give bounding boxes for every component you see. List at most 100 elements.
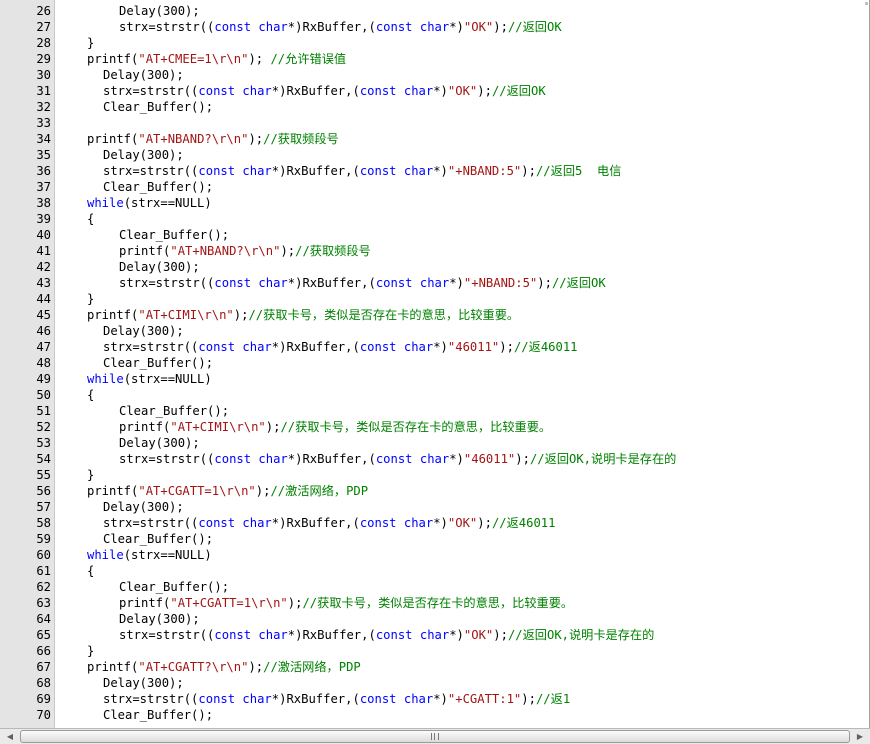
code-token: ); [287,596,303,610]
code-token: ); [248,660,264,674]
line-number: 54 [36,452,51,466]
code-line: 54 strx=strstr((const char*)RxBuffer,(con… [0,451,869,467]
code-token: *)RxBuffer,( [271,164,360,178]
code-token: *) [433,692,448,706]
code-text: Clear_Buffer(); [103,99,213,115]
code-text: Delay(300); [103,499,184,515]
code-text: strx=strstr((const char*)RxBuffer,(const… [103,339,578,355]
comment-token: //返回OK [507,20,562,34]
code-token: ); [515,452,530,466]
code-text: printf("AT+CGATT=1\r\n");//获取卡号，类似是否存在卡的… [119,595,573,611]
code-text: strx=strstr((const char*)RxBuffer,(const… [103,515,556,531]
code-token: ); [521,692,536,706]
line-number: 66 [36,644,51,658]
code-editor[interactable]: 26 Delay(300); 27 strx=strstr((const char*)… [0,0,870,728]
code-token: Delay(300); [103,68,184,82]
code-token: *) [449,20,464,34]
code-token: *)RxBuffer,( [287,628,376,642]
code-text: strx=strstr((const char*)RxBuffer,(const… [103,163,621,179]
code-token: Delay(300); [119,612,200,626]
code-token: printf( [87,132,139,146]
code-line: 56 printf("AT+CGATT=1\r\n");//激活网络，PDP [0,483,869,499]
code-token: } [87,36,95,50]
comment-token: //获取卡号，类似是否存在卡的意思，比较重要。 [248,308,520,322]
line-number: 32 [36,100,51,114]
keyword-token: const char [214,276,288,290]
code-line: 50 { [0,387,869,403]
string-token: "AT+NBAND?\r\n" [170,244,281,258]
code-line: 28} [0,35,869,51]
line-number: 67 [36,660,51,674]
code-line: 38 while(strx==NULL) [0,195,869,211]
code-token: *)RxBuffer,( [287,20,376,34]
code-line: 41 printf("AT+NBAND?\r\n");//获取频段号 [0,243,869,259]
code-text: printf("AT+CGATT?\r\n");//激活网络，PDP [87,659,361,675]
string-token: "OK" [463,20,494,34]
code-text: Delay(300); [103,675,184,691]
code-lines: 26 Delay(300); 27 strx=strstr((const char*)… [0,3,869,723]
code-token: strx=strstr(( [103,516,199,530]
code-text: strx=strstr((const char*)RxBuffer,(const… [119,275,606,291]
code-text: } [87,291,94,307]
comment-token: //返回5 电信 [535,164,622,178]
comment-token: //获取频段号 [295,244,371,258]
code-text: { [87,211,94,227]
line-number: 68 [36,676,51,690]
code-line: 45 printf("AT+CIMI\r\n");//获取卡号，类似是否存在卡的意… [0,307,869,323]
line-number: 69 [36,692,51,706]
string-token: "+NBAND:5" [463,276,538,290]
code-line: 64 Delay(300); [0,611,869,627]
code-line: 48 Clear_Buffer(); [0,355,869,371]
code-line: 55} [0,467,869,483]
code-token: *) [433,84,448,98]
code-line: 67 printf("AT+CGATT?\r\n");//激活网络，PDP [0,659,869,675]
keyword-token: const char [359,84,434,98]
code-token: Delay(300); [103,148,184,162]
code-token: printf( [87,660,139,674]
string-token: "OK" [447,516,478,530]
code-token: Clear_Buffer(); [119,228,230,242]
code-line: 47 strx=strstr((const char*)RxBuffer,(con… [0,339,869,355]
string-token: "AT+CMEE=1\r\n" [138,52,249,66]
comment-token: //返46011 [513,340,578,354]
code-token: *) [449,276,464,290]
line-number: 27 [36,20,51,34]
code-line: 40 Clear_Buffer(); [0,227,869,243]
code-text: strx=strstr((const char*)RxBuffer,(const… [103,691,570,707]
comment-token: //允许错误值 [263,52,347,66]
code-line: 59 Clear_Buffer(); [0,531,869,547]
code-text: Delay(300); [119,611,200,627]
scrollbar-thumb[interactable] [20,730,850,743]
keyword-token: const char [359,516,434,530]
line-number: 34 [36,132,51,146]
grip-icon [431,733,439,740]
code-token: printf( [87,484,139,498]
code-text: Clear_Buffer(); [119,403,229,419]
code-token: printf( [119,420,171,434]
code-token: Clear_Buffer(); [103,100,214,114]
code-token: strx=strstr(( [103,84,199,98]
code-text: { [87,563,94,579]
code-text: printf("AT+CIMI\r\n");//获取卡号，类似是否存在卡的意思，… [119,419,551,435]
code-line: 35 Delay(300); [0,147,869,163]
arrow-left-icon[interactable]: ◀ [2,730,18,743]
horizontal-scrollbar[interactable]: ◀ ▶ [0,728,870,744]
line-number: 63 [36,596,51,610]
line-number: 53 [36,436,51,450]
line-number: 35 [36,148,51,162]
code-token: strx=strstr(( [119,452,215,466]
code-token: strx=strstr(( [119,20,215,34]
code-line: 53 Delay(300); [0,435,869,451]
comment-token: //激活网络，PDP [263,660,361,674]
code-text: Delay(300); [119,259,200,275]
code-token: Clear_Buffer(); [103,532,214,546]
code-line: 49 while(strx==NULL) [0,371,869,387]
code-token: Delay(300); [103,676,184,690]
code-token: ); [255,484,271,498]
code-line: 62 Clear_Buffer(); [0,579,869,595]
comment-token: //返回OK [551,276,606,290]
code-token: { [87,388,95,402]
code-token: printf( [87,52,139,66]
line-number: 39 [36,212,51,226]
arrow-right-icon[interactable]: ▶ [852,730,868,743]
